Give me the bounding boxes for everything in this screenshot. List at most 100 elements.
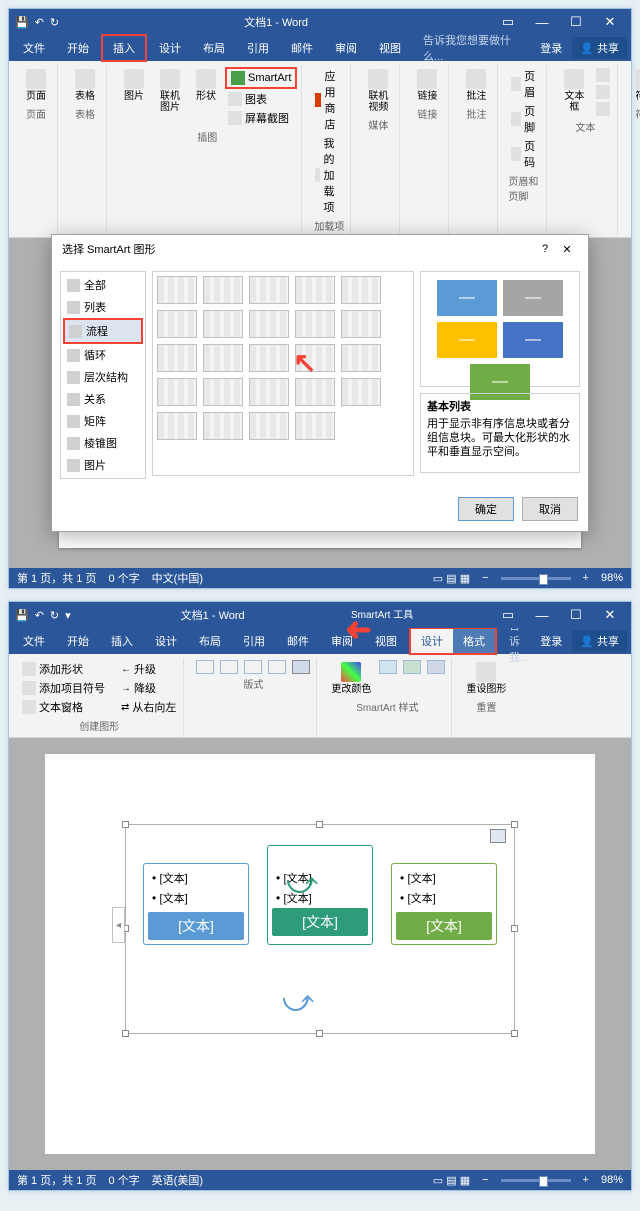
picture-button[interactable]: 图片	[117, 67, 151, 104]
add-shape-button[interactable]: 添加形状	[19, 660, 108, 678]
status-lang[interactable]: 英语(美国)	[152, 1172, 203, 1188]
layout-thumb[interactable]	[157, 276, 197, 304]
zoom-value[interactable]: 98%	[601, 1174, 623, 1186]
zoom-out-icon[interactable]: −	[482, 1174, 488, 1186]
cancel-button[interactable]: 取消	[522, 497, 578, 521]
resize-handle[interactable]	[122, 821, 129, 828]
style-option[interactable]	[379, 660, 397, 674]
layout-thumb[interactable]	[157, 344, 197, 372]
tool-tab-format[interactable]: 格式	[453, 629, 495, 653]
undo-icon[interactable]: ↶	[35, 609, 44, 622]
wordart[interactable]	[593, 84, 613, 100]
tab-design[interactable]: 设计	[145, 629, 187, 653]
bullet-text[interactable]: • [文本]	[396, 868, 492, 888]
smartart-button[interactable]: SmartArt	[225, 67, 297, 89]
redo-icon[interactable]: ↻	[50, 609, 59, 622]
chart-button[interactable]: 图表	[225, 90, 297, 108]
ribbon-options-icon[interactable]: ▭	[493, 12, 523, 32]
store-button[interactable]: 应用商店	[312, 67, 346, 133]
text-pane-toggle[interactable]: ◂	[112, 907, 125, 943]
comment-button[interactable]: 批注	[459, 67, 493, 104]
text-pane-button[interactable]: 文本窗格	[19, 698, 108, 716]
maximize-icon[interactable]: ☐	[561, 12, 591, 32]
tab-review[interactable]: 审阅	[321, 629, 363, 653]
layout-thumb[interactable]	[295, 412, 335, 440]
layout-option[interactable]	[268, 660, 286, 674]
add-bullet-button[interactable]: 添加项目符号	[19, 679, 108, 697]
layout-thumb[interactable]	[341, 344, 381, 372]
dialog-close-icon[interactable]: ✕	[556, 243, 578, 256]
change-color-button[interactable]: 更改颜色	[327, 660, 375, 697]
ribbon-options-icon[interactable]: ▭	[493, 605, 523, 625]
bullet-text[interactable]: • [文本]	[148, 888, 244, 908]
resize-handle[interactable]	[122, 1030, 129, 1037]
online-picture-button[interactable]: 联机图片	[153, 67, 187, 115]
save-icon[interactable]: 💾	[15, 609, 29, 622]
resize-handle[interactable]	[511, 821, 518, 828]
tab-view[interactable]: 视图	[369, 36, 411, 60]
page-button[interactable]: 页面	[19, 67, 53, 104]
layout-thumb[interactable]	[249, 276, 289, 304]
dropcap[interactable]	[593, 101, 613, 117]
tab-mail[interactable]: 邮件	[281, 36, 323, 60]
layout-thumb[interactable]	[203, 378, 243, 406]
bullet-text[interactable]: • [文本]	[396, 888, 492, 908]
undo-icon[interactable]: ↶	[35, 16, 44, 29]
style-option[interactable]	[403, 660, 421, 674]
login-link[interactable]: 登录	[532, 633, 570, 649]
tab-design[interactable]: 设计	[149, 36, 191, 60]
layout-options-icon[interactable]	[490, 829, 506, 843]
close-icon[interactable]: ✕	[595, 605, 625, 625]
minimize-icon[interactable]: —	[527, 605, 557, 625]
demote-button[interactable]: → 降级	[118, 679, 179, 697]
status-words[interactable]: 0 个字	[108, 1172, 139, 1188]
reset-button[interactable]: 重设图形	[462, 660, 510, 697]
link-button[interactable]: 链接	[410, 67, 444, 104]
layout-thumb[interactable]	[341, 378, 381, 406]
footer-button[interactable]: 页脚	[508, 102, 542, 136]
cat-all[interactable]: 全部	[63, 274, 143, 296]
cat-list[interactable]: 列表	[63, 296, 143, 318]
smartart-node[interactable]: • [文本] • [文本] [文本]	[143, 863, 249, 945]
tab-references[interactable]: 引用	[233, 629, 275, 653]
tab-insert[interactable]: 插入	[101, 34, 147, 62]
layout-thumb[interactable]	[295, 344, 335, 372]
screenshot-button[interactable]: 屏幕截图	[225, 109, 297, 127]
cat-matrix[interactable]: 矩阵	[63, 410, 143, 432]
layout-thumb[interactable]	[203, 412, 243, 440]
resize-handle[interactable]	[511, 1030, 518, 1037]
tab-references[interactable]: 引用	[237, 36, 279, 60]
tab-layout[interactable]: 布局	[193, 36, 235, 60]
smartart-node[interactable]: • [文本] • [文本] [文本]	[391, 863, 497, 945]
layout-thumb[interactable]	[203, 310, 243, 338]
layout-thumb[interactable]	[157, 378, 197, 406]
layout-option-selected[interactable]	[292, 660, 310, 674]
cat-process[interactable]: 流程	[63, 318, 143, 344]
quick-parts[interactable]	[593, 67, 613, 83]
node-title[interactable]: [文本]	[272, 908, 368, 936]
layout-option[interactable]	[196, 660, 214, 674]
node-title[interactable]: [文本]	[148, 912, 244, 940]
redo-icon[interactable]: ↻	[50, 16, 59, 29]
layout-thumb[interactable]	[157, 412, 197, 440]
smartart-node[interactable]: • [文本] • [文本] [文本]	[267, 845, 373, 945]
share-button[interactable]: 👤 共享	[572, 37, 627, 59]
symbol-button[interactable]: 符号	[628, 67, 640, 104]
zoom-slider[interactable]	[501, 577, 571, 580]
header-button[interactable]: 页眉	[508, 67, 542, 101]
tab-insert[interactable]: 插入	[101, 629, 143, 653]
my-addins-button[interactable]: 我的加载项	[312, 134, 346, 216]
resize-handle[interactable]	[511, 925, 518, 932]
layout-thumb[interactable]	[249, 344, 289, 372]
help-icon[interactable]: ?	[534, 243, 556, 255]
resize-handle[interactable]	[316, 821, 323, 828]
tab-layout[interactable]: 布局	[189, 629, 231, 653]
status-page[interactable]: 第 1 页，共 1 页	[17, 570, 96, 586]
layout-thumb[interactable]	[249, 310, 289, 338]
node-title[interactable]: [文本]	[396, 912, 492, 940]
shapes-button[interactable]: 形状	[189, 67, 223, 104]
table-button[interactable]: 表格	[68, 67, 102, 104]
layout-thumb[interactable]	[157, 310, 197, 338]
tab-mail[interactable]: 邮件	[277, 629, 319, 653]
view-icons[interactable]: ▭ ▤ ▦	[433, 572, 470, 585]
